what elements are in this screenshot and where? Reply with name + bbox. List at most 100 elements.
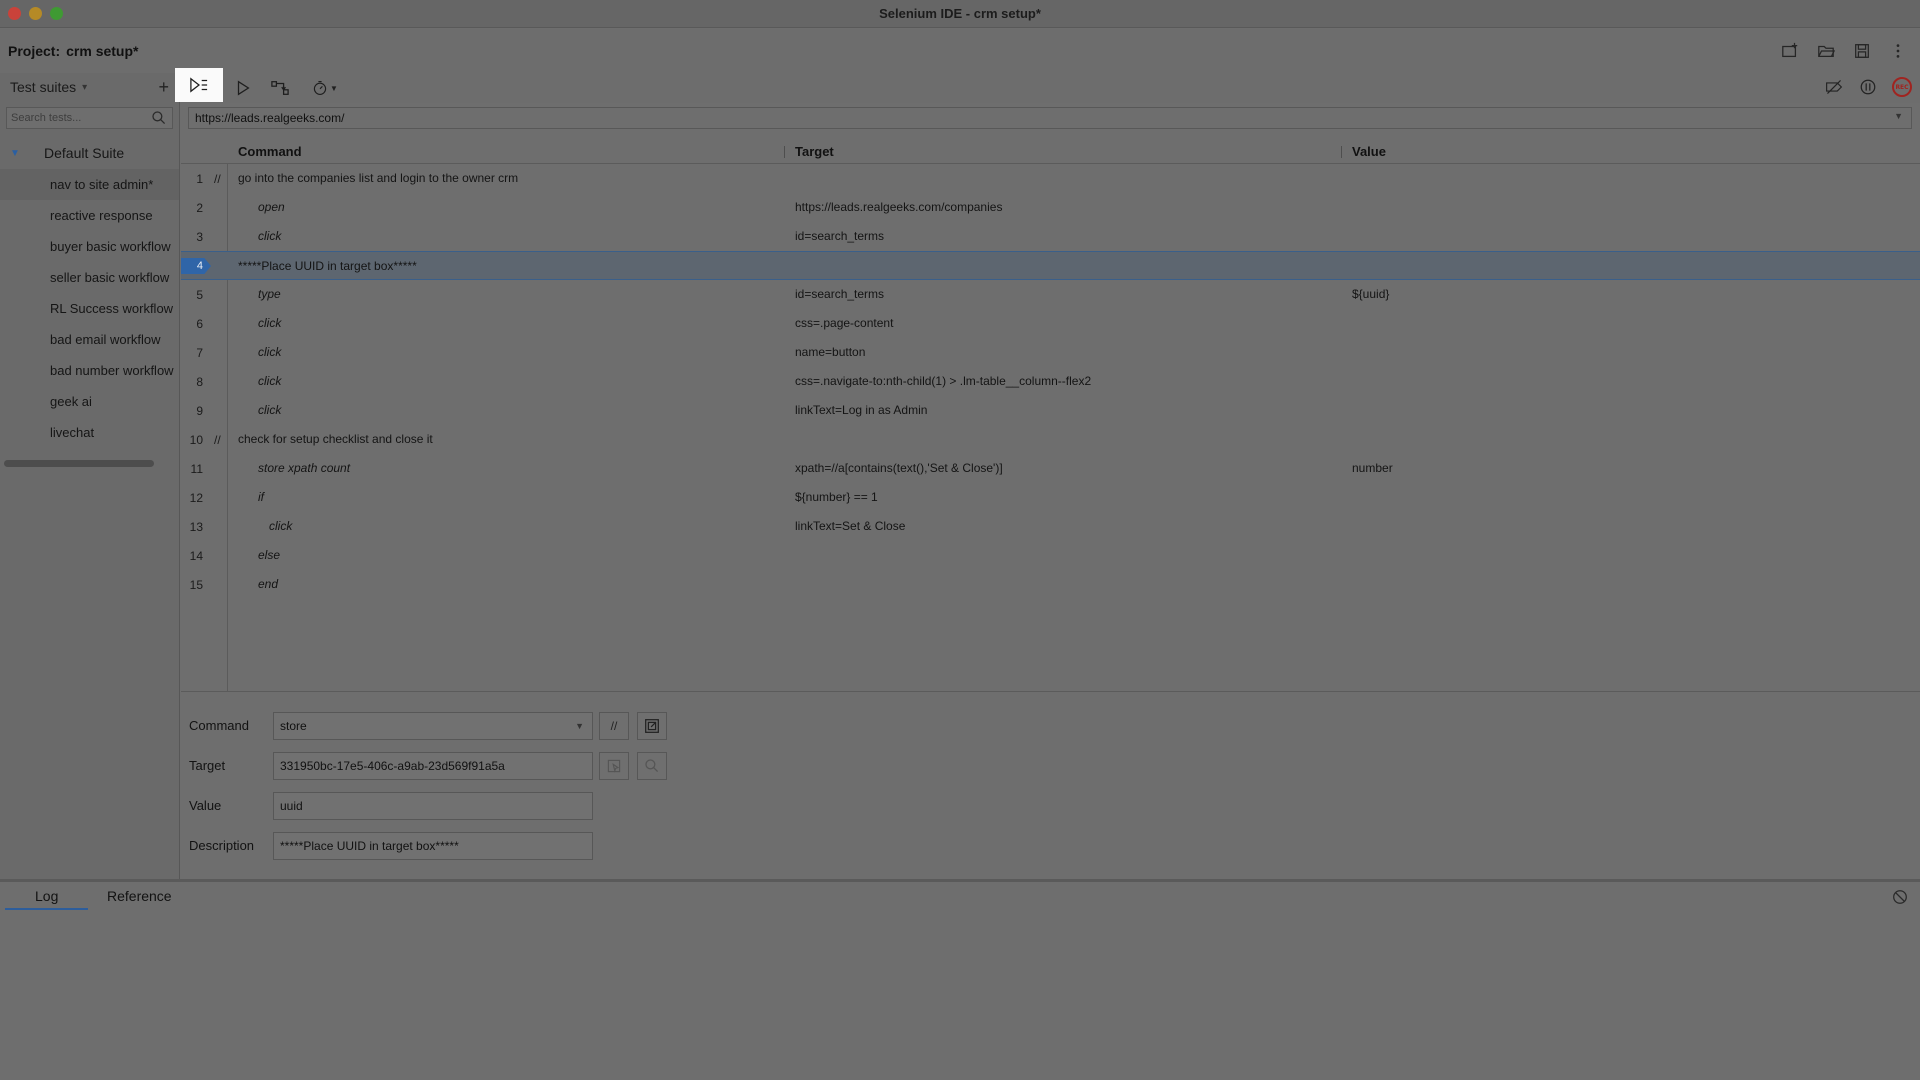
column-resizer[interactable] (1341, 146, 1342, 158)
test-item[interactable]: seller basic workflow (0, 262, 179, 293)
row-number: 3 (196, 230, 203, 244)
minimize-window-button[interactable] (29, 7, 42, 20)
test-item[interactable]: RL Success workflow (0, 293, 179, 324)
open-project-icon[interactable] (1816, 41, 1836, 61)
clear-log-button[interactable] (1890, 887, 1910, 907)
zoom-window-button[interactable] (50, 7, 63, 20)
row-number: 1 (196, 172, 203, 186)
open-reference-button[interactable] (637, 712, 667, 740)
new-project-icon[interactable] (1780, 41, 1800, 61)
description-input[interactable]: *****Place UUID in target box***** (273, 832, 593, 860)
table-row[interactable]: 8 click css=.navigate-to:nth-child(1) > .l… (181, 367, 1920, 396)
find-target-button[interactable] (637, 752, 667, 780)
test-item[interactable]: livechat (0, 417, 179, 448)
select-target-button[interactable] (599, 752, 629, 780)
row-command: click (258, 403, 282, 417)
table-row[interactable]: 9 click linkText=Log in as Admin (181, 396, 1920, 425)
toggle-comment-button[interactable]: // (599, 712, 629, 740)
tab-reference[interactable]: Reference (107, 888, 172, 908)
disable-breakpoints-button[interactable] (1824, 77, 1844, 97)
clear-icon (1893, 890, 1907, 904)
table-row[interactable]: 7 click name=button (181, 338, 1920, 367)
row-target: https://leads.realgeeks.com/companies (795, 200, 1003, 214)
more-options-icon[interactable] (1888, 41, 1908, 61)
table-row[interactable]: 10 // check for setup checklist and close … (181, 425, 1920, 454)
row-number: 6 (196, 317, 203, 331)
table-row[interactable]: 5 type id=search_terms ${uuid} (181, 280, 1920, 309)
close-window-button[interactable] (8, 7, 21, 20)
value-value: uuid (280, 799, 303, 813)
test-sidebar: Test suites ▾ + ▼ Default Suite nav to s… (0, 73, 180, 879)
test-speed-button[interactable]: ▼ (307, 77, 343, 99)
row-number: 11 (190, 462, 203, 476)
playback-toolbar: ▼ REC (175, 68, 1920, 103)
test-item[interactable]: geek ai (0, 386, 179, 417)
table-row[interactable]: 12 if ${number} == 1 (181, 483, 1920, 512)
disable-breakpoints-icon (1826, 80, 1843, 94)
test-suites-dropdown[interactable]: Test suites ▾ + (0, 73, 179, 101)
test-item[interactable]: bad number workflow (0, 355, 179, 386)
row-comment: *****Place UUID in target box***** (238, 259, 417, 273)
title-bar: Selenium IDE - crm setup* (0, 0, 1920, 28)
project-name[interactable]: crm setup* (66, 43, 138, 59)
test-item[interactable]: reactive response (0, 200, 179, 231)
row-target: ${number} == 1 (795, 490, 878, 504)
row-command: end (258, 577, 279, 591)
run-all-tests-button[interactable] (175, 68, 223, 102)
row-target: css=.navigate-to:nth-child(1) > .lm-tabl… (795, 374, 1092, 388)
column-header-target: Target (795, 144, 834, 159)
step-over-button[interactable] (268, 77, 292, 99)
row-target: name=button (795, 345, 866, 359)
chevron-down-icon[interactable]: ▼ (575, 721, 584, 731)
table-row[interactable]: 11 store xpath count xpath=//a[contains(te… (181, 454, 1920, 483)
chevron-down-icon[interactable]: ▼ (1894, 111, 1903, 121)
row-target: linkText=Log in as Admin (795, 403, 928, 417)
search-icon[interactable] (151, 110, 167, 126)
select-target-icon (607, 759, 621, 773)
suite-default[interactable]: ▼ Default Suite (0, 137, 179, 169)
row-number-selected[interactable]: 4 (181, 258, 211, 274)
row-command: else (258, 548, 281, 562)
test-item[interactable]: nav to site admin* (0, 169, 179, 200)
expand-triangle-icon[interactable]: ▼ (10, 148, 30, 159)
command-select[interactable]: store ▼ (273, 712, 593, 740)
step-over-icon (271, 81, 289, 95)
table-row[interactable]: 14 else (181, 541, 1920, 570)
test-item[interactable]: buyer basic workflow (0, 231, 179, 262)
row-target: xpath=//a[contains(text(),'Set & Close')… (795, 461, 1003, 475)
row-number: 12 (189, 491, 203, 505)
pause-on-exceptions-button[interactable] (1858, 77, 1878, 97)
table-row[interactable]: 3 click id=search_terms (181, 222, 1920, 251)
table-row[interactable]: 6 click css=.page-content (181, 309, 1920, 338)
commands-table: 1 // go into the companies list and login … (181, 164, 1920, 691)
row-number: 8 (196, 375, 203, 389)
row-comment: go into the companies list and login to … (238, 171, 519, 185)
table-row[interactable]: 4 *****Place UUID in target box***** (181, 251, 1920, 280)
row-command: click (258, 345, 282, 359)
row-number: 2 (196, 201, 203, 215)
base-url-field[interactable]: https://leads.realgeeks.com/ ▼ (188, 107, 1912, 129)
column-header-command: Command (238, 144, 302, 159)
table-row[interactable]: 13 click linkText=Set & Close (181, 512, 1920, 541)
record-button[interactable]: REC (1892, 77, 1912, 97)
table-row[interactable]: 1 // go into the companies list and login … (181, 164, 1920, 193)
column-resizer[interactable] (784, 146, 785, 158)
tab-log[interactable]: Log (5, 888, 89, 910)
row-target: id=search_terms (795, 287, 885, 301)
target-input[interactable]: 331950bc-17e5-406c-a9ab-23d569f91a5a (273, 752, 593, 780)
row-value: ${uuid} (1352, 287, 1390, 301)
search-tests-input[interactable] (11, 112, 151, 124)
add-suite-button[interactable]: + (158, 77, 169, 98)
table-row[interactable]: 15 end (181, 570, 1920, 599)
column-header-value: Value (1352, 144, 1386, 159)
sidebar-horizontal-scrollbar[interactable] (4, 460, 154, 467)
run-current-test-button[interactable] (231, 77, 255, 99)
row-command: if (258, 490, 264, 504)
test-item[interactable]: bad email workflow (0, 324, 179, 355)
test-suites-label: Test suites (10, 79, 77, 95)
description-label: Description (189, 838, 255, 853)
table-row[interactable]: 2 open https://leads.realgeeks.com/compani… (181, 193, 1920, 222)
save-project-icon[interactable] (1852, 41, 1872, 61)
value-input[interactable]: uuid (273, 792, 593, 820)
row-target: id=search_terms (795, 229, 885, 243)
